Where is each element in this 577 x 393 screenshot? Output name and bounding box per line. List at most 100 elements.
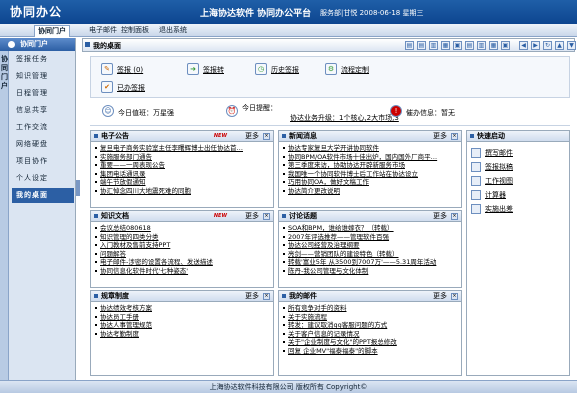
close-icon[interactable]: × <box>263 213 270 220</box>
list-item[interactable]: 我国唯一个协同软件博士后工作站在协达设立 <box>283 170 457 179</box>
list-item[interactable]: 第三季度来访，协助协达开辟新服务市场 <box>283 161 457 170</box>
close-icon[interactable]: × <box>263 133 270 140</box>
more-link[interactable]: 更多 <box>433 131 447 142</box>
sign-forward-link[interactable]: 签报转 <box>203 65 224 75</box>
sidebar-item-knowledge[interactable]: 知识管理 <box>16 69 74 84</box>
tab-portal[interactable]: 协同门户 <box>34 25 70 37</box>
view-icon <box>471 176 481 186</box>
list-item[interactable]: 协同信息化软件时代'七种姿态' <box>95 267 269 276</box>
toolbar-icon[interactable]: ▥ <box>477 41 486 50</box>
list-item[interactable]: 实施服务部门通告 <box>95 153 269 162</box>
close-icon[interactable]: × <box>263 293 270 300</box>
sidebar-item-sign[interactable]: 签报任务 <box>16 52 74 67</box>
list-item[interactable]: 端午节放假通知 <box>95 178 269 187</box>
sidebar-item-schedule[interactable]: 日程管理 <box>16 86 74 101</box>
more-link[interactable]: 更多 <box>433 211 447 222</box>
close-icon[interactable]: × <box>451 293 458 300</box>
list-item[interactable]: 知识管理的四类分类 <box>95 233 269 242</box>
sidebar-collapse-handle[interactable] <box>76 180 80 196</box>
back-icon[interactable]: ◀ <box>519 41 528 50</box>
toolbar-icon[interactable]: ▥ <box>429 41 438 50</box>
forum-list: SOA和BPM，谁给谁嫁衣？（转载） 2007年评选推荐——管理软件百强 协达公… <box>279 222 461 277</box>
up-icon[interactable]: ▲ <box>555 41 564 50</box>
portal-icon <box>8 41 15 48</box>
toolbar-icon[interactable]: ▤ <box>405 41 414 50</box>
quick-item-calculator[interactable]: 计算器 <box>471 189 506 201</box>
more-link[interactable]: 更多 <box>245 291 259 302</box>
list-item[interactable]: 集团电话通讯录 <box>95 170 269 179</box>
sidebar-item-network-disk[interactable]: 网络硬盘 <box>16 137 74 152</box>
toolbar-icon[interactable]: ▤ <box>465 41 474 50</box>
forward-doc-icon: ➜ <box>187 63 199 75</box>
mail-icon <box>471 148 481 158</box>
list-item[interactable]: 协达考勤制度 <box>95 330 269 339</box>
list-item[interactable]: 协达公司经营及治理纲要 <box>283 241 457 250</box>
tab-email[interactable]: 电子邮件 <box>86 25 120 37</box>
toolbar-icon[interactable]: ▦ <box>489 41 498 50</box>
list-item[interactable]: 关于实施流程 <box>283 313 457 322</box>
list-item[interactable]: 关于"企业制度与文化"的PPT报总修改 <box>283 338 457 347</box>
tab-control-panel[interactable]: 控制面板 <box>118 25 152 37</box>
person-icon: ☺ <box>102 105 114 117</box>
sidebar-item-my-desktop[interactable]: 我的桌面 <box>12 188 74 203</box>
list-item[interactable]: 回复 企业MV"福泰福泰"的脚本 <box>283 347 457 356</box>
history-sign-link[interactable]: 历史签报 <box>271 65 299 75</box>
list-item[interactable]: 协达人事管理规范 <box>95 321 269 330</box>
remind-label: 今日提醒： <box>242 104 277 112</box>
list-item[interactable]: 陈丹-我公司管理与文化体制 <box>283 267 457 276</box>
pencil-icon: ✎ <box>101 63 113 75</box>
quick-item-sign-draft[interactable]: 签报拟稿 <box>471 161 513 173</box>
toolbar-icon[interactable]: ▤ <box>417 41 426 50</box>
urge-text: 催办信息：暂无 <box>406 109 455 117</box>
more-link[interactable]: 更多 <box>245 211 259 222</box>
mail-list: 所有竞争对手的资料 关于实施流程 转发：建议取消gg客服问题的方式 关于客户信息… <box>279 302 461 357</box>
list-item[interactable]: 转载'富业5年 从3500到7007万'——5.31周年活动 <box>283 258 457 267</box>
sidebar-item-work-exchange[interactable]: 工作交流 <box>16 120 74 135</box>
list-item[interactable]: 巧用协同OA，做好文稿工作 <box>283 178 457 187</box>
done-sign-link[interactable]: 已办签报 <box>117 83 145 93</box>
tab-logout[interactable]: 退出系统 <box>156 25 190 37</box>
list-item[interactable]: 会议总结080618 <box>95 224 269 233</box>
list-item[interactable]: 亮剑——营销团队的建设特色（转载） <box>283 250 457 259</box>
toolbar-icon[interactable]: ▣ <box>453 41 462 50</box>
forward-icon[interactable]: ▶ <box>531 41 540 50</box>
list-item[interactable]: 复旦电子商务实验室主任李曙辉博士出任协达首… <box>95 144 269 153</box>
list-item[interactable]: 协同BPM/OA软件市场十佳出炉，国内国外厂商平… <box>283 153 457 162</box>
sidebar-vertical-tabs[interactable]: 协 同 门 户 <box>0 51 9 380</box>
refresh-icon[interactable]: ↻ <box>543 41 552 50</box>
list-item[interactable]: 所有竞争对手的资料 <box>283 304 457 313</box>
sidebar-item-info-share[interactable]: 信息共享 <box>16 103 74 118</box>
sign-link[interactable]: 签报 (0) <box>117 65 143 75</box>
list-item[interactable]: 协达员工手册 <box>95 313 269 322</box>
draft-icon <box>471 162 481 172</box>
quick-item-business-trip[interactable]: 实施出差 <box>471 203 513 215</box>
list-item[interactable]: 协达专家复旦大学开讲协同软件 <box>283 144 457 153</box>
list-item[interactable]: 重要——一周表现公告 <box>95 161 269 170</box>
close-icon[interactable]: × <box>451 213 458 220</box>
list-item[interactable]: 入门教材及售前支持PPT <box>95 241 269 250</box>
list-item[interactable]: 协达绩效考核方案 <box>95 304 269 313</box>
list-item[interactable]: SOA和BPM，谁给谁嫁衣？（转载） <box>283 224 457 233</box>
toolbar-icon[interactable]: ▦ <box>441 41 450 50</box>
list-item[interactable]: 协达简介更改说明 <box>283 187 457 196</box>
down-icon[interactable]: ▼ <box>567 41 576 50</box>
panel-quick-launch: 快速启动 撰写邮件 签报拟稿 工作视图 计算器 实施出差 <box>466 130 570 376</box>
list-item[interactable]: 转发：建议取消gg客服问题的方式 <box>283 321 457 330</box>
more-link[interactable]: 更多 <box>433 291 447 302</box>
list-item[interactable]: 2007年评选推荐——管理软件百强 <box>283 233 457 242</box>
quick-item-work-view[interactable]: 工作视图 <box>471 175 513 187</box>
list-item[interactable]: 电子邮件-涉密的设置各流程、发送描述 <box>95 258 269 267</box>
more-link[interactable]: 更多 <box>245 131 259 142</box>
close-icon[interactable]: × <box>451 133 458 140</box>
quick-item-write-mail[interactable]: 撰写邮件 <box>471 147 513 159</box>
duty-text: 今日值班：万星强 <box>118 109 174 117</box>
toolbar-icon[interactable]: ▣ <box>501 41 510 50</box>
sidebar-item-personal-settings[interactable]: 个人设定 <box>16 171 74 186</box>
sidebar-item-project[interactable]: 项目协作 <box>16 154 74 169</box>
list-item[interactable]: 关于客户信息的记录情况 <box>283 330 457 339</box>
list-item[interactable]: 问题解答 <box>95 250 269 259</box>
flow-custom-link[interactable]: 流程定制 <box>341 65 369 75</box>
panel-title: 我的邮件 <box>282 292 317 300</box>
list-item[interactable]: 协汇悼念四川大地震死难的同胞 <box>95 187 269 196</box>
remind-text[interactable]: 协达业务升级：1个核心,2大市场,3 <box>290 113 399 123</box>
